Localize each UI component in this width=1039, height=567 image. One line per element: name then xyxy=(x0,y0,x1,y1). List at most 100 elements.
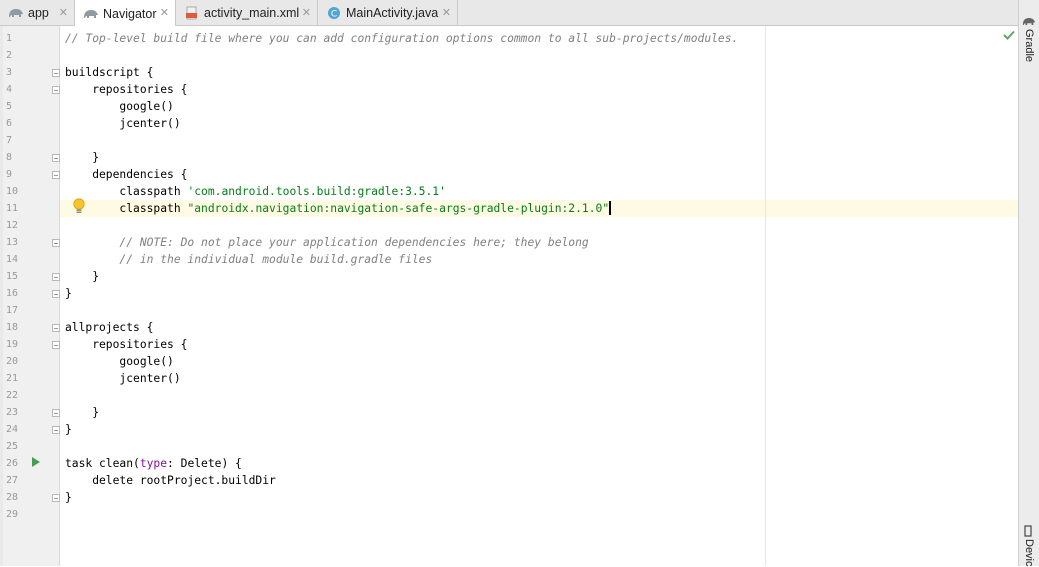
line-number: 16 xyxy=(6,288,19,299)
code-token-plain: : Delete) { xyxy=(167,457,242,470)
code-line[interactable]: } xyxy=(65,421,72,438)
code-token-plain: repositories { xyxy=(65,83,188,96)
line-number: 23 xyxy=(6,407,19,418)
code-line[interactable]: jcenter() xyxy=(65,370,181,387)
code-token-plain: } xyxy=(65,406,100,419)
code-token-comment: // NOTE: Do not place your application d… xyxy=(65,236,589,249)
code-line[interactable]: // Top-level build file where you can ad… xyxy=(65,30,738,47)
line-number: 24 xyxy=(6,424,19,435)
line-number: 20 xyxy=(6,356,19,367)
code-line[interactable]: classpath "androidx.navigation:navigatio… xyxy=(65,200,612,217)
code-token-plain: dependencies { xyxy=(65,168,188,181)
tab-navigator[interactable]: Navigator ✕ xyxy=(75,0,176,27)
line-number: 17 xyxy=(6,305,19,316)
code-line[interactable]: // in the individual module build.gradle… xyxy=(65,251,432,268)
code-token-plain: task clean( xyxy=(65,457,140,470)
code-line[interactable]: } xyxy=(65,149,99,166)
gradle-elephant-icon xyxy=(8,6,24,20)
line-number: 5 xyxy=(6,101,13,112)
tab-activity-main-xml[interactable]: activity_main.xml ✕ xyxy=(176,0,318,26)
line-number: 29 xyxy=(6,509,19,520)
line-number: 28 xyxy=(6,492,19,503)
tool-window-devic[interactable]: Devic xyxy=(1023,539,1035,567)
fold-marker-icon[interactable] xyxy=(52,69,60,77)
tab-label: MainActivity.java xyxy=(346,6,439,20)
code-line[interactable]: classpath 'com.android.tools.build:gradl… xyxy=(65,183,446,200)
line-number: 1 xyxy=(6,33,13,44)
line-number: 13 xyxy=(6,237,19,248)
line-number: 15 xyxy=(6,271,19,282)
fold-marker-icon[interactable] xyxy=(52,290,60,298)
code-token-plain: delete rootProject.buildDir xyxy=(65,474,276,487)
close-tab-icon[interactable]: ✕ xyxy=(160,6,169,19)
fold-marker-icon[interactable] xyxy=(52,324,60,332)
code-line[interactable]: } xyxy=(65,404,99,421)
code-line[interactable]: // NOTE: Do not place your application d… xyxy=(65,234,589,251)
line-number: 18 xyxy=(6,322,19,333)
tool-window-gradle[interactable]: Gradle xyxy=(1023,29,1035,62)
line-number: 6 xyxy=(6,118,13,129)
code-token-comment: // Top-level build file where you can ad… xyxy=(65,32,739,45)
run-task-icon[interactable] xyxy=(32,457,40,467)
tab-app[interactable]: app ✕ xyxy=(0,0,75,26)
fold-marker-icon[interactable] xyxy=(52,409,60,417)
xml-file-icon xyxy=(184,6,200,20)
code-token-plain: } xyxy=(65,287,72,300)
code-line[interactable]: allprojects { xyxy=(65,319,153,336)
code-line[interactable]: jcenter() xyxy=(65,115,181,132)
fold-marker-icon[interactable] xyxy=(52,341,60,349)
editor-tab-bar: app ✕ Navigator ✕ activity_main.xml ✕ C MainAct… xyxy=(0,0,1018,27)
code-line[interactable]: google() xyxy=(65,98,173,115)
tab-label: activity_main.xml xyxy=(204,6,300,20)
close-tab-icon[interactable]: ✕ xyxy=(302,6,311,19)
code-token-plain: allprojects { xyxy=(65,321,154,334)
code-line[interactable]: google() xyxy=(65,353,173,370)
code-line[interactable]: buildscript { xyxy=(65,64,153,81)
line-number: 14 xyxy=(6,254,19,265)
gradle-elephant-icon xyxy=(83,7,99,21)
code-token-string: "androidx.navigation:navigation-safe-arg… xyxy=(187,202,610,215)
code-token-plain: repositories { xyxy=(65,338,188,351)
code-line[interactable]: repositories { xyxy=(65,81,187,98)
line-number: 12 xyxy=(6,220,19,231)
code-line[interactable]: delete rootProject.buildDir xyxy=(65,472,276,489)
fold-marker-icon[interactable] xyxy=(52,239,60,247)
code-token-plain: } xyxy=(65,423,72,436)
code-line[interactable]: task clean(type: Delete) { xyxy=(65,455,242,472)
tab-label: Navigator xyxy=(103,6,157,21)
fold-marker-icon[interactable] xyxy=(52,426,60,434)
line-number: 2 xyxy=(6,50,13,61)
close-tab-icon[interactable]: ✕ xyxy=(59,6,68,19)
line-number: 7 xyxy=(6,135,13,146)
code-line[interactable]: repositories { xyxy=(65,336,187,353)
svg-text:C: C xyxy=(331,10,337,20)
fold-marker-icon[interactable] xyxy=(52,273,60,281)
code-line[interactable]: } xyxy=(65,268,99,285)
right-margin-guide xyxy=(765,26,766,566)
line-number: 8 xyxy=(6,152,13,163)
tab-mainactivity-java[interactable]: C MainActivity.java ✕ xyxy=(318,0,458,26)
code-token-string: 'com.android.tools.build:gradle:3.5.1' xyxy=(187,185,446,198)
fold-marker-icon[interactable] xyxy=(52,494,60,502)
code-token-plain: } xyxy=(65,491,72,504)
fold-marker-icon[interactable] xyxy=(52,86,60,94)
code-line[interactable]: } xyxy=(65,489,72,506)
code-token-plain: jcenter() xyxy=(65,117,181,130)
code-line[interactable]: dependencies { xyxy=(65,166,187,183)
java-class-icon: C xyxy=(326,6,342,20)
right-tool-strip: Gradle Devic xyxy=(1018,0,1039,567)
line-number: 4 xyxy=(6,84,13,95)
text-caret xyxy=(609,201,612,215)
code-token-plain: jcenter() xyxy=(65,372,181,385)
code-line[interactable]: } xyxy=(65,285,72,302)
close-tab-icon[interactable]: ✕ xyxy=(442,6,451,19)
line-number: 19 xyxy=(6,339,19,350)
code-token-comment: // in the individual module build.gradle… xyxy=(65,253,433,266)
code-token-plain: } xyxy=(65,270,100,283)
fold-marker-icon[interactable] xyxy=(52,171,60,179)
tab-label: app xyxy=(28,6,49,20)
code-token-plain: classpath xyxy=(65,185,188,198)
check-icon xyxy=(1003,30,1015,40)
line-number: 25 xyxy=(6,441,19,452)
fold-marker-icon[interactable] xyxy=(52,154,60,162)
